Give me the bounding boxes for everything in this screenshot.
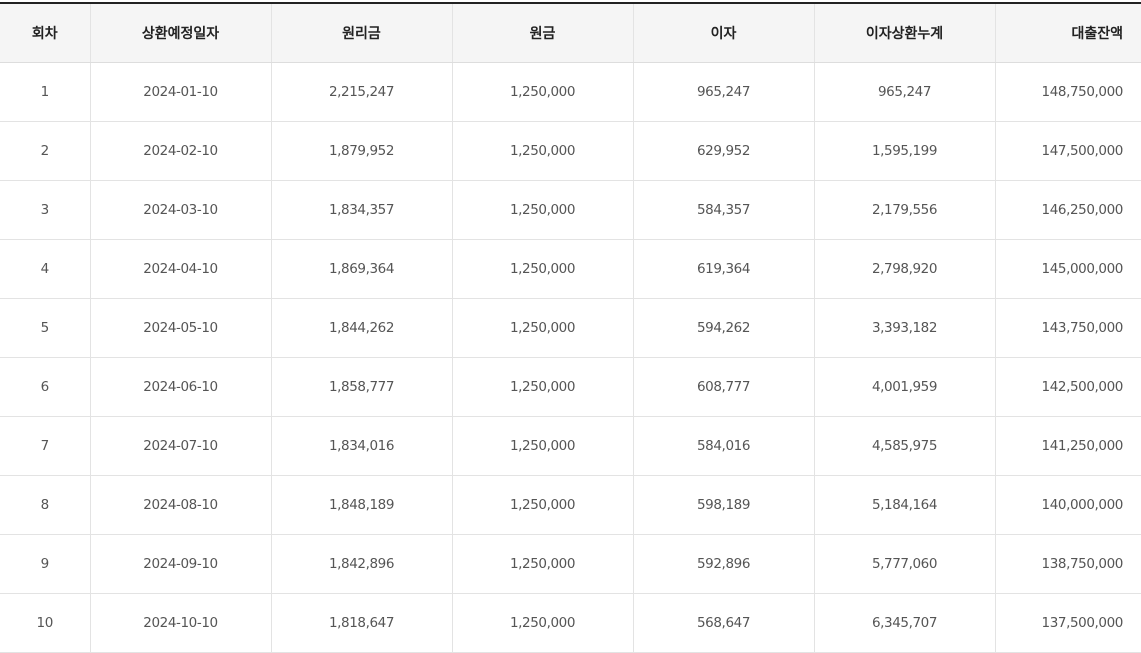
table-row: 4 2024-04-10 1,869,364 1,250,000 619,364… [0,239,1141,299]
cell-balance: 148,750,000 [995,62,1141,122]
table-row: 8 2024-08-10 1,848,189 1,250,000 598,189… [0,475,1141,535]
header-interest: 이자 [633,3,815,63]
cell-round: 8 [0,475,91,535]
cell-cumulative-interest: 2,179,556 [814,180,996,240]
cell-balance: 143,750,000 [995,298,1141,358]
header-round: 회차 [0,3,91,63]
cell-principal: 1,250,000 [452,475,634,535]
cell-round: 5 [0,298,91,358]
cell-date: 2024-03-10 [90,180,272,240]
cell-total: 2,215,247 [271,62,453,122]
table-header: 회차 상환예정일자 원리금 원금 이자 이자상환누계 대출잔액 [0,3,1141,63]
cell-total: 1,844,262 [271,298,453,358]
cell-principal: 1,250,000 [452,357,634,417]
table-row: 2 2024-02-10 1,879,952 1,250,000 629,952… [0,121,1141,181]
cell-date: 2024-04-10 [90,239,272,299]
header-total: 원리금 [271,3,453,63]
cell-total: 1,848,189 [271,475,453,535]
cell-balance: 147,500,000 [995,121,1141,181]
cell-balance: 137,500,000 [995,593,1141,653]
cell-total: 1,834,357 [271,180,453,240]
header-cumulative-interest: 이자상환누계 [814,3,996,63]
cell-round: 1 [0,62,91,122]
cell-total: 1,818,647 [271,593,453,653]
cell-date: 2024-08-10 [90,475,272,535]
cell-cumulative-interest: 6,345,707 [814,593,996,653]
cell-total: 1,869,364 [271,239,453,299]
cell-interest: 594,262 [633,298,815,358]
table-row: 3 2024-03-10 1,834,357 1,250,000 584,357… [0,180,1141,240]
cell-cumulative-interest: 2,798,920 [814,239,996,299]
cell-date: 2024-05-10 [90,298,272,358]
cell-round: 10 [0,593,91,653]
cell-total: 1,858,777 [271,357,453,417]
cell-date: 2024-01-10 [90,62,272,122]
cell-cumulative-interest: 5,777,060 [814,534,996,594]
cell-interest: 598,189 [633,475,815,535]
header-row: 회차 상환예정일자 원리금 원금 이자 이자상환누계 대출잔액 [0,3,1141,63]
cell-balance: 142,500,000 [995,357,1141,417]
cell-date: 2024-07-10 [90,416,272,476]
cell-date: 2024-02-10 [90,121,272,181]
cell-principal: 1,250,000 [452,239,634,299]
cell-round: 4 [0,239,91,299]
cell-round: 3 [0,180,91,240]
cell-balance: 141,250,000 [995,416,1141,476]
table-row: 6 2024-06-10 1,858,777 1,250,000 608,777… [0,357,1141,417]
cell-total: 1,842,896 [271,534,453,594]
cell-principal: 1,250,000 [452,534,634,594]
cell-total: 1,879,952 [271,121,453,181]
table-row: 1 2024-01-10 2,215,247 1,250,000 965,247… [0,62,1141,122]
table-row: 5 2024-05-10 1,844,262 1,250,000 594,262… [0,298,1141,358]
cell-interest: 965,247 [633,62,815,122]
cell-cumulative-interest: 5,184,164 [814,475,996,535]
table-body: 1 2024-01-10 2,215,247 1,250,000 965,247… [0,62,1141,653]
cell-interest: 629,952 [633,121,815,181]
cell-principal: 1,250,000 [452,416,634,476]
cell-cumulative-interest: 3,393,182 [814,298,996,358]
cell-principal: 1,250,000 [452,62,634,122]
table-row: 9 2024-09-10 1,842,896 1,250,000 592,896… [0,534,1141,594]
cell-balance: 145,000,000 [995,239,1141,299]
header-date: 상환예정일자 [90,3,272,63]
cell-principal: 1,250,000 [452,180,634,240]
repayment-schedule-table: 회차 상환예정일자 원리금 원금 이자 이자상환누계 대출잔액 1 2024-0… [0,2,1141,653]
table-row: 10 2024-10-10 1,818,647 1,250,000 568,64… [0,593,1141,653]
cell-interest: 608,777 [633,357,815,417]
cell-principal: 1,250,000 [452,121,634,181]
cell-cumulative-interest: 1,595,199 [814,121,996,181]
cell-date: 2024-09-10 [90,534,272,594]
cell-total: 1,834,016 [271,416,453,476]
table-row: 7 2024-07-10 1,834,016 1,250,000 584,016… [0,416,1141,476]
cell-interest: 584,357 [633,180,815,240]
cell-round: 7 [0,416,91,476]
cell-interest: 584,016 [633,416,815,476]
cell-cumulative-interest: 965,247 [814,62,996,122]
cell-balance: 146,250,000 [995,180,1141,240]
cell-interest: 619,364 [633,239,815,299]
cell-round: 2 [0,121,91,181]
cell-principal: 1,250,000 [452,593,634,653]
header-principal: 원금 [452,3,634,63]
cell-balance: 138,750,000 [995,534,1141,594]
cell-date: 2024-10-10 [90,593,272,653]
cell-cumulative-interest: 4,001,959 [814,357,996,417]
cell-balance: 140,000,000 [995,475,1141,535]
cell-date: 2024-06-10 [90,357,272,417]
cell-round: 9 [0,534,91,594]
header-balance: 대출잔액 [995,3,1141,63]
cell-cumulative-interest: 4,585,975 [814,416,996,476]
cell-principal: 1,250,000 [452,298,634,358]
cell-interest: 592,896 [633,534,815,594]
cell-round: 6 [0,357,91,417]
cell-interest: 568,647 [633,593,815,653]
